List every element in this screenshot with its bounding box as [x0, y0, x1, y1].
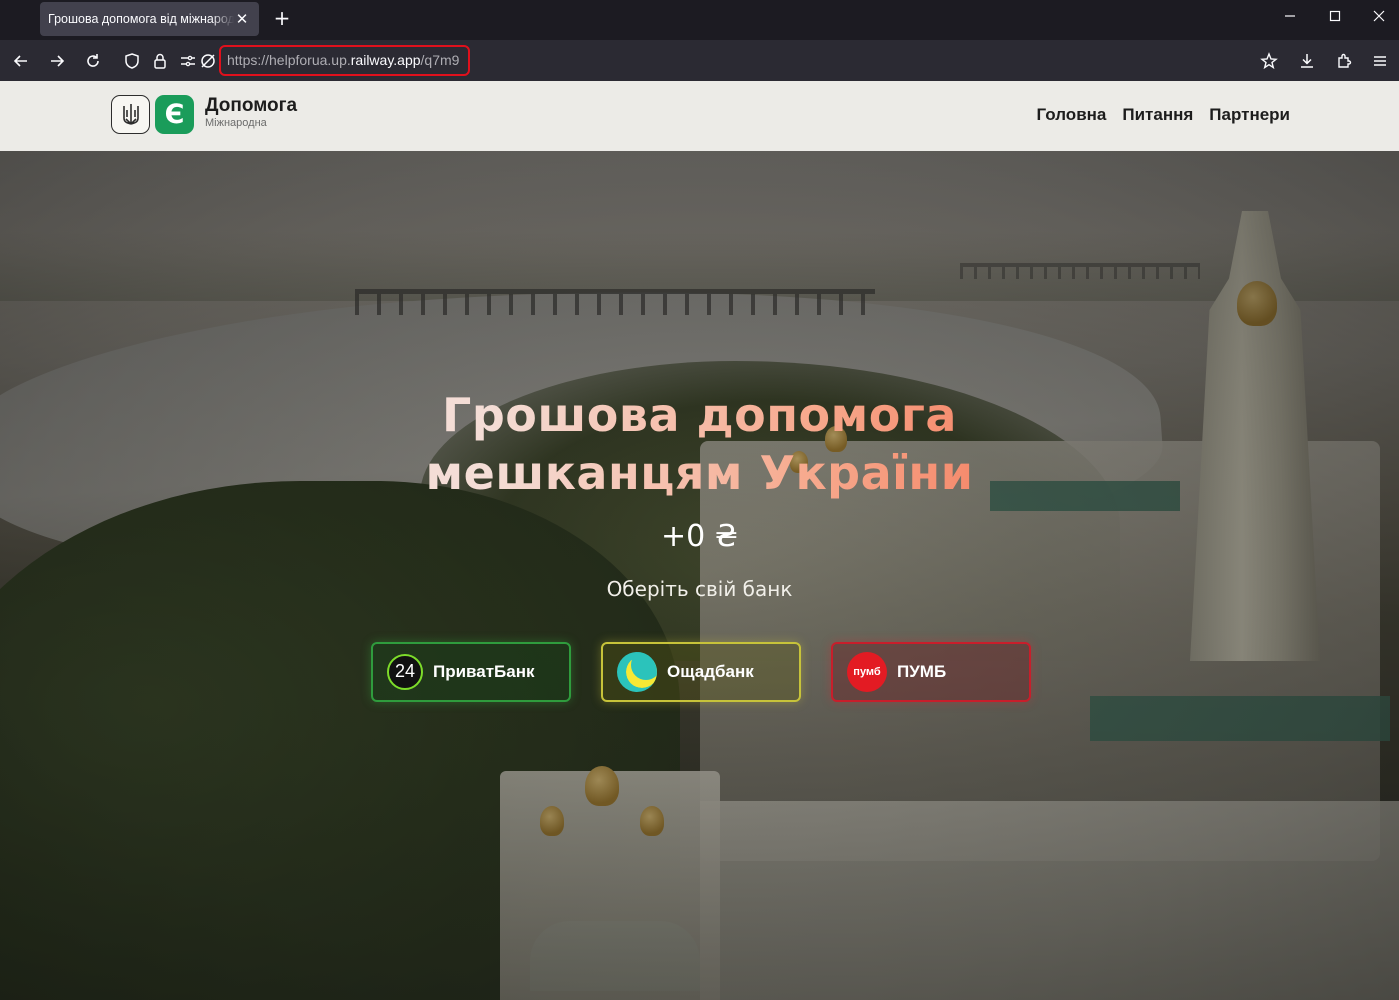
- url-host: railway.app: [350, 52, 421, 68]
- url-prefix: https://helpforua.up.: [227, 52, 351, 68]
- bank-label: Ощадбанк: [667, 662, 754, 681]
- pumb-icon: пумб: [847, 652, 887, 692]
- bookmark-star-icon[interactable]: [1257, 49, 1281, 73]
- close-window-icon[interactable]: [1364, 6, 1394, 30]
- menu-item-home[interactable]: Головна: [1036, 105, 1106, 125]
- menu-item-questions[interactable]: Питання: [1122, 105, 1193, 125]
- trident-logo-icon[interactable]: [111, 95, 150, 134]
- main-menu: Головна Питання Партнери: [1036, 105, 1290, 125]
- forward-arrow-icon[interactable]: [45, 49, 69, 73]
- bank-label: ПУМБ: [897, 662, 947, 681]
- privatbank-button[interactable]: 24 ПриватБанк: [371, 642, 571, 702]
- pumb-button[interactable]: пумб ПУМБ: [831, 642, 1031, 702]
- maximize-icon[interactable]: [1320, 6, 1350, 30]
- back-arrow-icon[interactable]: [9, 49, 33, 73]
- browser-nav-bar: https://helpforua.up.railway.app/q7m9: [0, 40, 1399, 81]
- reload-icon[interactable]: [81, 49, 105, 73]
- choose-bank-label: Оберіть свій банк: [606, 577, 793, 601]
- menu-item-partners[interactable]: Партнери: [1209, 105, 1290, 125]
- menu-hamburger-icon[interactable]: [1368, 49, 1392, 73]
- url-bar[interactable]: https://helpforua.up.railway.app/q7m9: [219, 45, 470, 76]
- logo-title[interactable]: Допомога: [205, 95, 297, 117]
- privat-24-icon: 24: [387, 654, 423, 690]
- logo-subtitle: Міжнародна: [205, 117, 267, 129]
- browser-tab-bar: Грошова допомога від міжнародн ✕ +: [0, 0, 1399, 40]
- hero-title-line-2: мешканцям України: [425, 446, 974, 500]
- aid-amount: +0 ₴: [661, 519, 738, 554]
- web-page: Є Допомога Міжнародна Головна Питання Па…: [0, 81, 1399, 1000]
- oschadbank-button[interactable]: Ощадбанк: [601, 642, 801, 702]
- tab-title: Грошова допомога від міжнародн: [48, 12, 234, 26]
- hero-title-line-1: Грошова допомога: [442, 388, 957, 442]
- lock-icon[interactable]: [148, 49, 172, 73]
- hero-title: Грошова допомога мешканцям України: [0, 386, 1399, 502]
- bank-label: ПриватБанк: [433, 662, 535, 681]
- minimize-icon[interactable]: [1275, 6, 1305, 30]
- hero-section: Грошова допомога мешканцям України +0 ₴ …: [0, 151, 1399, 1000]
- download-icon[interactable]: [1295, 49, 1319, 73]
- brand-e-logo-icon[interactable]: Є: [155, 95, 194, 134]
- new-tab-button[interactable]: +: [270, 6, 294, 30]
- tracking-blocked-icon[interactable]: [196, 49, 220, 73]
- site-header: Є Допомога Міжнародна Головна Питання Па…: [0, 81, 1399, 151]
- browser-tab[interactable]: Грошова допомога від міжнародн ✕: [40, 2, 259, 36]
- tab-close-icon[interactable]: ✕: [232, 9, 252, 29]
- url-path: /q7m9: [420, 52, 460, 68]
- extensions-icon[interactable]: [1332, 49, 1356, 73]
- oschad-moon-icon: [617, 652, 657, 692]
- shield-icon[interactable]: [120, 49, 144, 73]
